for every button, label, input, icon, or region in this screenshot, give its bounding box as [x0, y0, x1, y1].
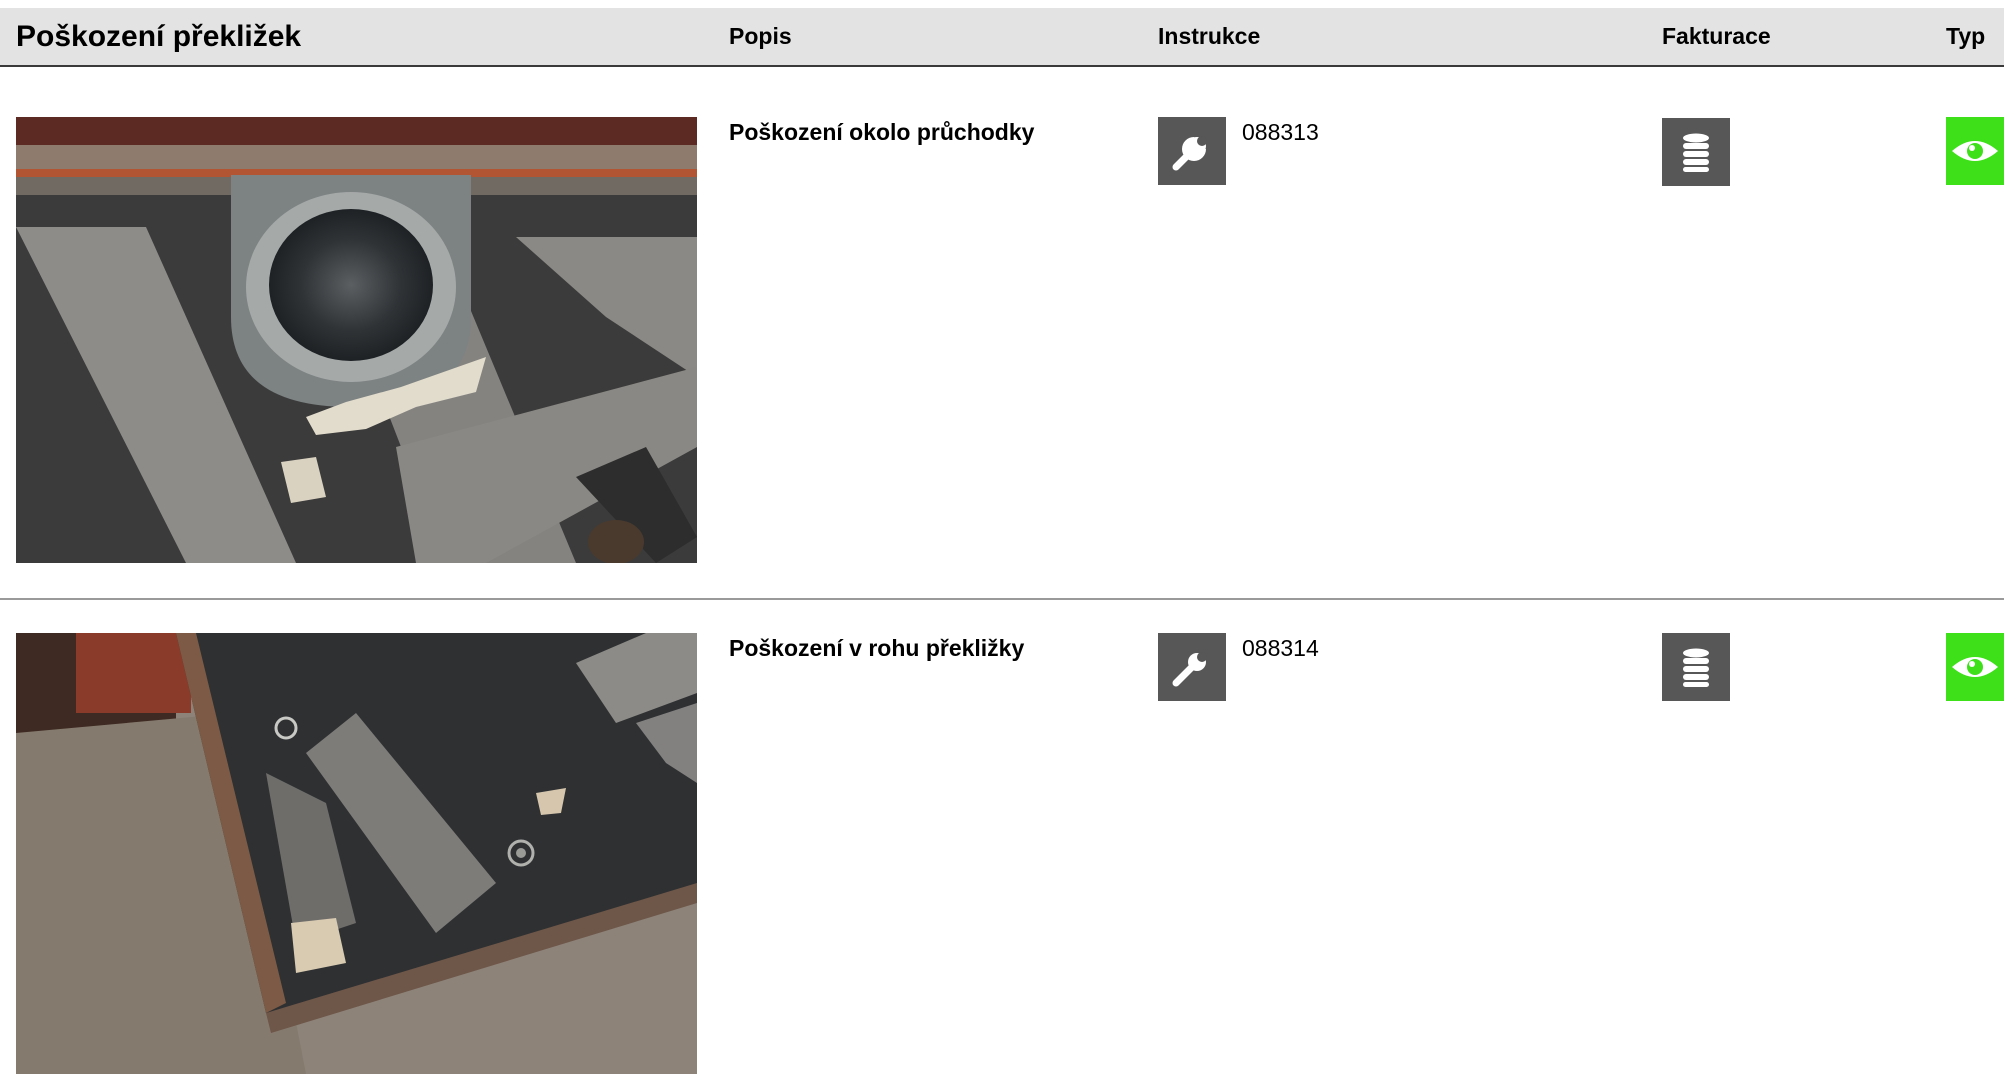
eye-icon	[1952, 657, 1998, 677]
instruction-code: 088314	[1242, 635, 1319, 661]
instruction-code: 088313	[1242, 119, 1319, 145]
damage-description: Poškození okolo průchodky	[729, 119, 1035, 145]
damage-photo-image	[16, 633, 697, 1074]
row-divider	[0, 598, 2004, 600]
billing-button[interactable]	[1662, 118, 1730, 186]
damage-photo-image	[16, 117, 697, 563]
instruction-button[interactable]	[1158, 633, 1226, 701]
billing-button[interactable]	[1662, 633, 1730, 701]
wrench-icon	[1172, 652, 1207, 687]
column-header-typ: Typ	[1946, 23, 1986, 49]
damage-photo	[16, 633, 697, 1074]
column-header-instrukce: Instrukce	[1158, 23, 1261, 49]
damage-description: Poškození v rohu překližky	[729, 635, 1025, 661]
coins-icon	[1683, 648, 1709, 687]
type-button[interactable]	[1946, 633, 2004, 701]
instruction-button[interactable]	[1158, 117, 1226, 185]
wrench-icon	[1172, 136, 1207, 171]
type-button[interactable]	[1946, 117, 2004, 185]
column-header-fakturace: Fakturace	[1662, 23, 1771, 49]
coins-icon	[1683, 133, 1709, 172]
page-title: Poškození překližek	[16, 20, 302, 53]
damage-photo	[16, 117, 697, 563]
column-header-popis: Popis	[729, 23, 792, 49]
table-header: Poškození překližek Popis Instrukce Fakt…	[0, 8, 2004, 67]
eye-icon	[1952, 141, 1998, 161]
